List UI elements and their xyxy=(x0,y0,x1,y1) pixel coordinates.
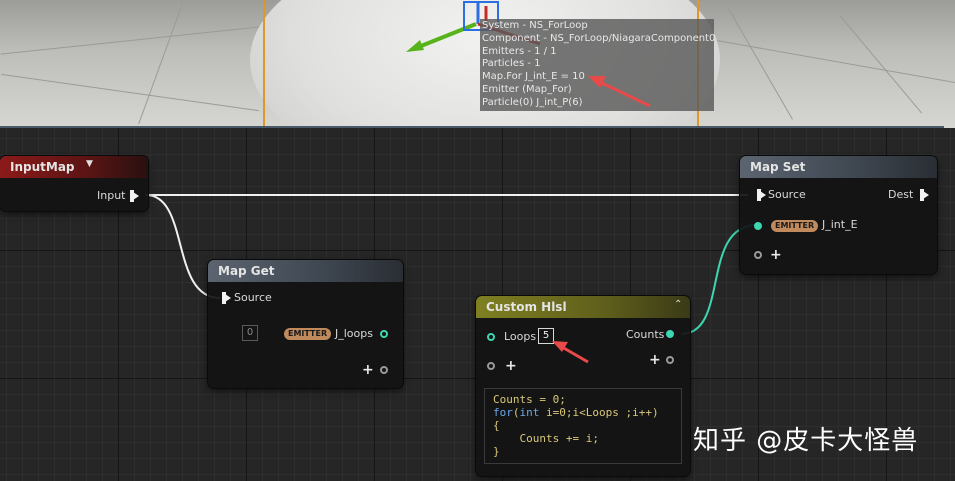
annotation-arrow-stats xyxy=(599,80,651,108)
annotation-arrow-loops xyxy=(561,345,589,364)
node-graph-canvas[interactable]: InputMap ▼ Input Map Set Source Dest EMI… xyxy=(0,128,955,481)
watermark: 知乎 @皮卡大怪兽 xyxy=(693,426,919,456)
annotations-layer-top xyxy=(588,76,651,108)
